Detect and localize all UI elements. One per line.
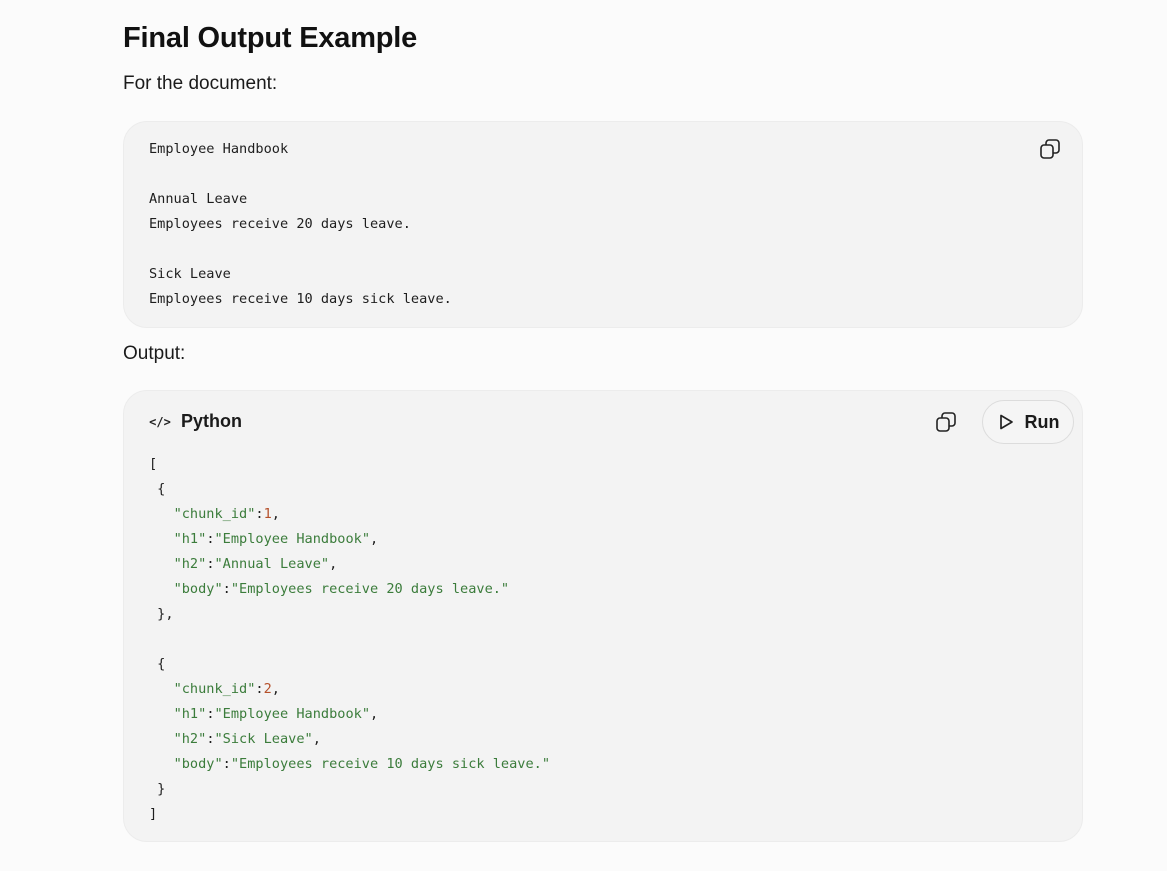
copy-button[interactable]	[1036, 135, 1064, 163]
json-string: "Sick Leave"	[214, 731, 313, 747]
json-string: "Employees receive 10 days sick leave."	[230, 756, 551, 772]
run-label: Run	[1024, 411, 1060, 432]
code-line: Sick Leave	[149, 266, 231, 282]
run-button[interactable]: Run	[982, 400, 1074, 444]
output-text: Output:	[123, 343, 186, 364]
output-code-block: </> Python Run [ { "chunk_id":1, "h1":"E…	[123, 390, 1083, 842]
play-icon	[999, 414, 1013, 430]
json-number: 1	[263, 506, 272, 522]
json-key: "chunk_id"	[173, 681, 256, 697]
json-key: "h1"	[173, 706, 207, 722]
language-header: </> Python	[149, 411, 242, 432]
json-string: "Employee Handbook"	[214, 531, 371, 547]
code-line: Employees receive 20 days leave.	[149, 216, 411, 232]
json-key: "chunk_id"	[173, 506, 256, 522]
output-code[interactable]: [ { "chunk_id":1, "h1":"Employee Handboo…	[149, 452, 550, 827]
document-code-block: Employee Handbook Annual Leave Employees…	[123, 121, 1083, 328]
json-string: "Employees receive 20 days leave."	[230, 581, 510, 597]
copy-icon	[936, 412, 956, 432]
json-key: "h1"	[173, 531, 207, 547]
json-key: "body"	[173, 756, 223, 772]
json-number: 2	[263, 681, 272, 697]
language-label: Python	[181, 411, 242, 431]
json-string: "Employee Handbook"	[214, 706, 371, 722]
section-title: Final Output Example	[123, 22, 418, 54]
code-line: Employees receive 10 days sick leave.	[149, 291, 452, 307]
code-line: Annual Leave	[149, 191, 248, 207]
json-string: "Annual Leave"	[214, 556, 330, 572]
copy-icon	[1040, 139, 1060, 159]
document-code[interactable]: Employee Handbook Annual Leave Employees…	[149, 137, 452, 312]
json-key: "body"	[173, 581, 223, 597]
copy-button[interactable]	[932, 408, 960, 436]
intro-text: For the document:	[123, 73, 278, 94]
json-key: "h2"	[173, 731, 207, 747]
code-icon: </>	[149, 414, 171, 429]
json-key: "h2"	[173, 556, 207, 572]
code-line: Employee Handbook	[149, 141, 289, 157]
